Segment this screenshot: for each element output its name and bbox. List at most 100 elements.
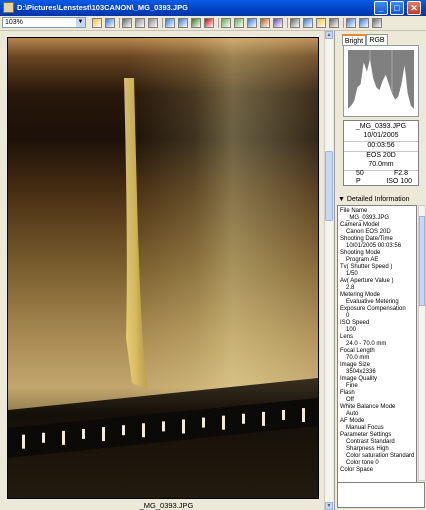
toolbar-separator <box>218 18 219 28</box>
open-folder-icon[interactable] <box>92 18 102 28</box>
app-icon <box>3 2 14 13</box>
toolbar-separator <box>162 18 163 28</box>
close-button[interactable]: ✕ <box>407 1 421 15</box>
detail-label: AF Mode <box>340 418 365 424</box>
details-scroll-thumb[interactable] <box>419 216 425 306</box>
image-icon[interactable] <box>221 18 231 28</box>
minimize-button[interactable]: _ <box>374 1 388 15</box>
detail-value: 100 <box>346 327 357 333</box>
scale-tick <box>222 415 225 430</box>
layout-icon[interactable] <box>329 18 339 28</box>
tool-icon[interactable] <box>260 18 270 28</box>
detail-label: Exposure Compensation <box>340 306 406 312</box>
paste-icon[interactable] <box>148 18 158 28</box>
maximize-button[interactable]: □ <box>390 1 404 15</box>
detail-value: Sharpness High <box>346 446 389 452</box>
scale-tick <box>202 417 205 428</box>
detail-value: Manual Focus <box>346 425 384 431</box>
shot-summary: _MG_0393.JPG 10/01/2005 00:03:56 EOS 20D… <box>343 120 419 186</box>
detail-value: 0 <box>346 313 350 319</box>
scale-tick <box>42 432 45 443</box>
photo-caption: _MG_0393.JPG <box>139 501 194 510</box>
toolbar-separator <box>343 18 344 28</box>
scale-tick <box>162 421 165 432</box>
scroll-down-icon[interactable]: ▼ <box>325 502 333 510</box>
scroll-thumb[interactable] <box>325 151 333 221</box>
scale-tick <box>82 428 85 439</box>
detail-value: Canon EOS 20D <box>346 229 391 235</box>
image-compare-icon[interactable] <box>234 18 244 28</box>
summary-focal: 70.0mm <box>368 161 394 168</box>
scale-tick <box>142 423 145 438</box>
folder-icon[interactable] <box>316 18 326 28</box>
rotate-left-icon[interactable] <box>165 18 175 28</box>
scale-tick <box>242 413 245 424</box>
summary-date: 10/01/2005 <box>363 132 399 139</box>
format-icon[interactable] <box>273 18 283 28</box>
detail-value: Auto <box>346 411 359 417</box>
delete-icon[interactable] <box>204 18 214 28</box>
detail-label: White Balance Mode <box>340 404 396 410</box>
details-scrollbar[interactable] <box>418 205 426 481</box>
toolbar-separator <box>119 18 120 28</box>
detail-value: Contrast Standard <box>346 439 395 445</box>
scale-tick <box>262 411 265 426</box>
zoom-select[interactable]: 103% ▼ <box>2 17 86 28</box>
detail-label: Parameter Settings <box>340 432 392 438</box>
summary-filename: _MG_0393.JPG <box>355 123 407 130</box>
detail-label: Av( Aperture Value ) <box>340 278 394 284</box>
toolbar-separator <box>287 18 288 28</box>
detail-value: Fine <box>346 383 358 389</box>
detail-label: Tv( Shutter Speed ) <box>340 264 393 270</box>
chevron-down-icon[interactable]: ▼ <box>76 18 85 27</box>
help-icon[interactable] <box>359 18 369 28</box>
detail-value: 24.0 - 70.0 mm <box>346 341 387 347</box>
detail-value: 70.0 mm <box>346 355 370 361</box>
image-viewer: _MG_0393.JPG ▲ ▼ <box>0 31 333 510</box>
detail-label: Color Space <box>340 467 374 473</box>
zoom-icon[interactable] <box>346 18 356 28</box>
summary-mode: P <box>356 178 361 185</box>
scroll-up-icon[interactable]: ▲ <box>325 31 333 39</box>
detail-label: ISO Speed <box>340 320 370 326</box>
histogram-chart <box>348 50 414 112</box>
view-icon[interactable] <box>290 18 300 28</box>
notes-area[interactable] <box>337 482 425 508</box>
save-icon[interactable] <box>105 18 115 28</box>
detail-value: 2.8 <box>346 285 355 291</box>
check-icon[interactable] <box>191 18 201 28</box>
vertical-scrollbar[interactable]: ▲ ▼ <box>324 31 333 510</box>
detail-value: 1/50 <box>346 271 358 277</box>
detail-value: Off <box>346 397 354 403</box>
scale-tick <box>62 430 65 445</box>
summary-shutter: 50 <box>356 170 364 177</box>
detailed-info-header[interactable]: ▼ Detailed Information <box>338 196 410 203</box>
grid-icon[interactable] <box>372 18 382 28</box>
detail-label: Image Quality <box>340 376 378 382</box>
histogram <box>343 45 419 117</box>
summary-aperture: F2.8 <box>393 170 408 177</box>
detail-value: Evaluative Metering <box>346 299 399 305</box>
info-icon[interactable] <box>247 18 257 28</box>
info-panel: Bright RGB _MG_0393.JPG 10/01/2005 00:03… <box>334 31 426 510</box>
rotate-right-icon[interactable] <box>178 18 188 28</box>
detail-value: _MG_0393.JPG <box>346 215 390 221</box>
scale-tick <box>182 419 185 434</box>
window-title: D:\Pictures\Lenstest\103CANON\_MG_0393.J… <box>17 3 188 12</box>
scale-tick <box>122 425 125 436</box>
title-bar[interactable]: D:\Pictures\Lenstest\103CANON\_MG_0393.J… <box>0 0 426 16</box>
detail-label: Flash <box>340 390 355 396</box>
detail-label: Focal Length <box>340 348 375 354</box>
detail-label: Camera Model <box>340 222 380 228</box>
detail-label: Image Size <box>340 362 371 368</box>
photo-image <box>8 38 318 498</box>
detail-value: Color saturation Standard <box>346 453 415 459</box>
summary-iso: ISO 100 <box>386 178 412 185</box>
photo[interactable] <box>7 37 319 499</box>
search-icon[interactable] <box>303 18 313 28</box>
toolbar: 103% ▼ <box>0 16 426 31</box>
print-icon[interactable] <box>122 18 132 28</box>
copy-icon[interactable] <box>135 18 145 28</box>
scale-tick <box>282 409 285 420</box>
zoom-value: 103% <box>5 19 23 26</box>
